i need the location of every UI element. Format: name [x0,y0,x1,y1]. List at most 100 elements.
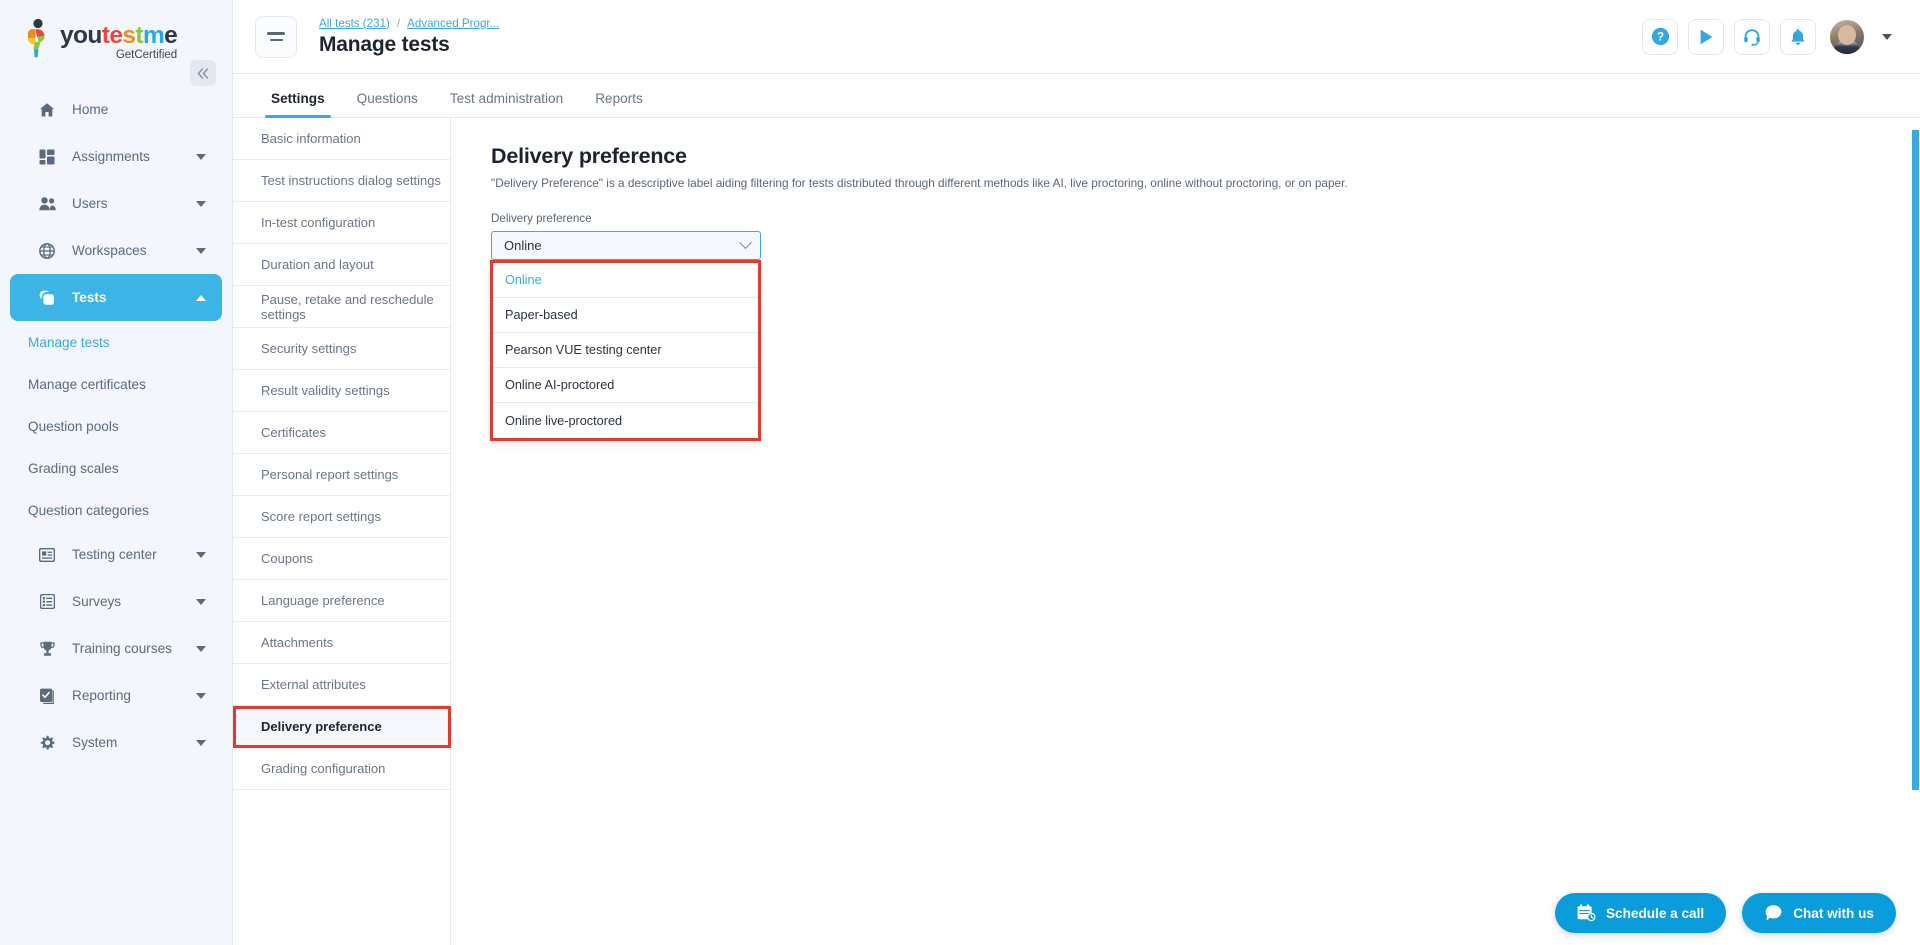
headset-support-icon [1744,28,1760,46]
settings-item-label: Coupons [261,551,314,566]
dropdown-option-label: Online [505,273,542,287]
settings-item-grading-configuration[interactable]: Grading configuration [233,748,450,790]
top-bar: All tests (231) / Advanced Progr... Mana… [233,0,1920,74]
sidebar-collapse-button[interactable] [190,60,216,86]
sidebar-item-home[interactable]: Home [10,86,222,133]
sidebar-subitem-manage-certificates[interactable]: Manage certificates [0,363,232,405]
help-button[interactable]: ? [1642,18,1678,55]
sidebar-item-label: Tests [72,290,107,305]
settings-item-certificates[interactable]: Certificates [233,412,450,454]
chevron-up-icon [196,294,206,301]
settings-item-label: Attachments [261,635,334,650]
sidebar-item-label: System [72,735,118,750]
tab-reports[interactable]: Reports [579,91,659,117]
main-sidebar: youtestme GetCertified Home Assignments … [0,0,233,945]
tab-questions[interactable]: Questions [341,91,434,117]
hamburger-icon[interactable] [255,15,297,58]
sidebar-item-tests[interactable]: Tests [10,274,222,321]
main-area: All tests (231) / Advanced Progr... Mana… [233,0,1920,945]
sidebar-item-system[interactable]: System [10,719,222,766]
settings-item-label: Language preference [261,593,385,608]
settings-item-security-settings[interactable]: Security settings [233,328,450,370]
chevron-down-icon[interactable] [1882,33,1892,40]
settings-section-list: Basic information Test instructions dial… [233,118,451,945]
settings-item-in-test-configuration[interactable]: In-test configuration [233,202,450,244]
tab-label: Questions [356,91,418,106]
settings-item-attachments[interactable]: Attachments [233,622,450,664]
svg-text:?: ? [1656,32,1663,44]
chevron-down-icon [196,200,206,207]
breadcrumb-all-tests[interactable]: All tests (231) [319,17,390,30]
chevron-down-icon [196,247,206,254]
chevron-down-icon [196,645,206,652]
dropdown-option-online-live-proctored[interactable]: Online live-proctored [493,403,758,438]
dropdown-option-online[interactable]: Online [493,263,758,298]
panel-title: Delivery preference [491,144,687,168]
settings-item-external-attributes[interactable]: External attributes [233,664,450,706]
users-icon [36,196,58,211]
delivery-preference-select[interactable]: Online [491,231,761,260]
dropdown-option-pearson-vue-testing-center[interactable]: Pearson VUE testing center [493,333,758,368]
globe-icon [36,242,58,259]
play-icon [1700,29,1713,44]
sidebar-subitem-label: Question pools [28,418,119,434]
dropdown-option-paper-based[interactable]: Paper-based [493,298,758,333]
settings-item-test-instructions-dialog-settings[interactable]: Test instructions dialog settings [233,160,450,202]
dropdown-option-online-ai-proctored[interactable]: Online AI-proctored [493,368,758,403]
home-icon [36,102,58,118]
settings-item-label: Delivery preference [261,719,382,734]
sidebar-subitem-label: Manage tests [28,334,110,350]
settings-item-label: Certificates [261,425,327,440]
tab-bar: Settings Questions Test administration R… [233,74,1920,118]
select-value: Online [504,238,542,253]
chat-with-us-button[interactable]: Chat with us [1742,893,1896,933]
avatar[interactable] [1830,19,1864,54]
schedule-a-call-button[interactable]: Schedule a call [1554,893,1727,933]
settings-item-pause-retake-and-reschedule-settings[interactable]: Pause, retake and reschedule settings [233,286,450,328]
page-scrollbar-track[interactable] [1911,0,1920,945]
tab-test-administration[interactable]: Test administration [434,91,579,117]
bell-notification-icon [1791,28,1805,45]
sidebar-item-users[interactable]: Users [10,180,222,227]
sidebar-item-label: Home [72,102,109,117]
sidebar-subitem-grading-scales[interactable]: Grading scales [0,447,232,489]
settings-item-language-preference[interactable]: Language preference [233,580,450,622]
sidebar-item-training-courses[interactable]: Training courses [10,625,222,672]
settings-item-label: Duration and layout [261,257,374,272]
sidebar-item-assignments[interactable]: Assignments [10,133,222,180]
notifications-button[interactable] [1780,18,1816,55]
sidebar-item-workspaces[interactable]: Workspaces [10,227,222,274]
sidebar-item-surveys[interactable]: Surveys [10,578,222,625]
app-root: youtestme GetCertified Home Assignments … [0,0,1920,945]
top-bar-actions: ? [1642,18,1892,55]
settings-item-label: Test instructions dialog settings [261,173,441,188]
chevron-down-icon [196,153,206,160]
sidebar-nav: Home Assignments Users Workspaces Tests … [0,86,232,766]
floating-action-buttons: Schedule a call Chat with us [1554,893,1896,933]
settings-item-coupons[interactable]: Coupons [233,538,450,580]
sidebar-item-reporting[interactable]: Reporting [10,672,222,719]
settings-item-delivery-preference[interactable]: Delivery preference [233,706,450,748]
sidebar-subitem-manage-tests[interactable]: Manage tests [0,321,232,363]
breadcrumb-current-test[interactable]: Advanced Progr... [407,17,499,30]
sidebar-item-label: Assignments [72,149,150,164]
logo-text-te: te [101,22,123,49]
support-button[interactable] [1734,18,1770,55]
settings-item-result-validity-settings[interactable]: Result validity settings [233,370,450,412]
sidebar-subitem-question-categories[interactable]: Question categories [0,489,232,531]
settings-item-score-report-settings[interactable]: Score report settings [233,496,450,538]
youtestme-logo-icon [22,18,56,58]
settings-item-label: In-test configuration [261,215,376,230]
play-tutorial-button[interactable] [1688,18,1724,55]
page-scrollbar-thumb[interactable] [1912,130,1919,790]
settings-item-basic-information[interactable]: Basic information [233,118,450,160]
reporting-check-icon [36,688,58,704]
settings-item-personal-report-settings[interactable]: Personal report settings [233,454,450,496]
schedule-a-call-label: Schedule a call [1605,905,1705,921]
settings-item-duration-and-layout[interactable]: Duration and layout [233,244,450,286]
sidebar-item-testing-center[interactable]: Testing center [10,531,222,578]
settings-item-label: Basic information [261,131,361,146]
sidebar-subitem-question-pools[interactable]: Question pools [0,405,232,447]
dropdown-option-label: Online live-proctored [505,413,623,428]
tab-settings[interactable]: Settings [255,91,341,118]
